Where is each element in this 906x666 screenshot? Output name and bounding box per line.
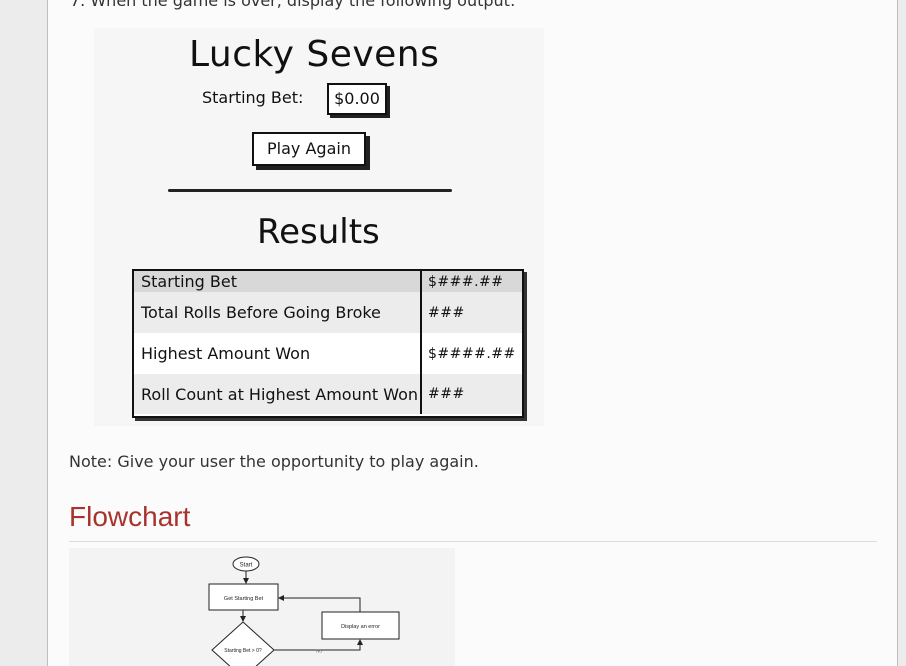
step-instruction: 7. When the game is over, display the fo… (70, 0, 516, 10)
mockup-title: Lucky Sevens (189, 34, 440, 75)
results-title: Results (257, 212, 380, 252)
flowchart-image: Start Get Starting Bet Starting Bet > 0?… (69, 548, 455, 666)
results-row: Highest Amount Won $####.## (134, 333, 522, 374)
decision-label: Starting Bet > 0? (224, 648, 262, 654)
content-page: 7. When the game is over, display the fo… (47, 0, 898, 666)
get-starting-bet-label: Get Starting Bet (224, 596, 264, 602)
results-row-label: Starting Bet (134, 271, 422, 292)
results-row-value: $###.## (428, 273, 504, 290)
decision-node (211, 621, 275, 666)
results-row: Total Rolls Before Going Broke ### (134, 292, 522, 333)
results-row-value: ### (428, 304, 465, 321)
results-row-value: ### (428, 386, 465, 402)
results-row-label: Roll Count at Highest Amount Won (134, 374, 422, 414)
heading-divider (69, 541, 877, 542)
starting-bet-field: $0.00 (327, 83, 387, 115)
output-mockup-image: Lucky Sevens Starting Bet: $0.00 Play Ag… (94, 28, 544, 426)
results-table: Starting Bet $###.## Total Rolls Before … (132, 269, 524, 418)
starting-bet-label: Starting Bet: (202, 88, 304, 107)
display-error-label: Display an error (341, 624, 380, 630)
results-row-label: Total Rolls Before Going Broke (134, 292, 422, 333)
note-text: Note: Give your user the opportunity to … (69, 452, 479, 471)
mockup-divider (168, 189, 452, 192)
results-row: Starting Bet $###.## (134, 271, 522, 292)
flowchart-diagram: Start Get Starting Bet Starting Bet > 0?… (208, 556, 400, 666)
results-row-value: $####.## (428, 345, 516, 362)
results-row-label: Highest Amount Won (134, 333, 422, 374)
no-branch-label: No (316, 649, 322, 654)
results-row: Roll Count at Highest Amount Won ### (134, 374, 522, 414)
play-again-button: Play Again (252, 132, 366, 166)
start-node-label: Start (240, 563, 253, 569)
flowchart-heading: Flowchart (69, 501, 191, 532)
